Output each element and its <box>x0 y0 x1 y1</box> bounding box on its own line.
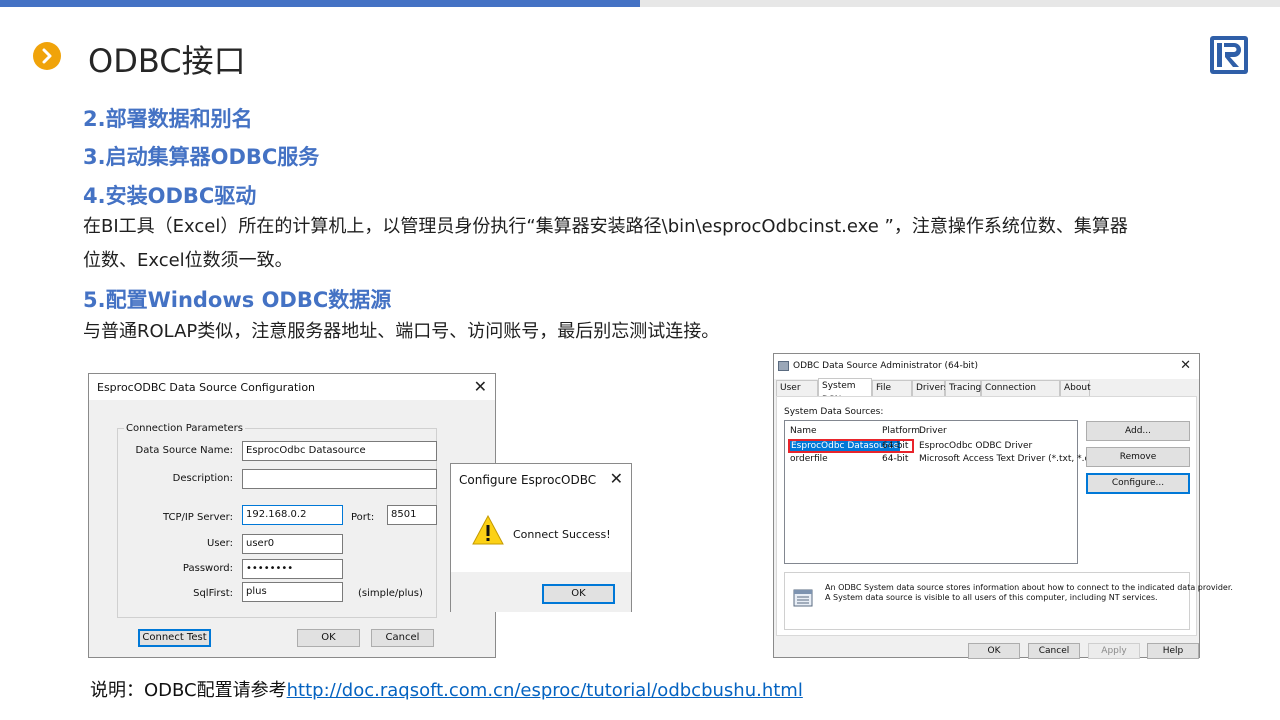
admin-help-button[interactable]: Help <box>1147 643 1199 659</box>
group-label: Connection Parameters <box>124 423 245 434</box>
success-dialog-titlebar: Configure EsprocODBC ✕ <box>451 464 631 494</box>
sqlfirst-hint: (simple/plus) <box>358 588 423 599</box>
chevron-right-icon <box>33 42 61 70</box>
warning-icon <box>472 514 504 548</box>
info-text-line1: An ODBC System data source stores inform… <box>825 583 1233 592</box>
top-accent-bar <box>0 0 640 7</box>
tab-about[interactable]: About <box>1060 380 1091 396</box>
column-platform: Platform <box>882 426 920 436</box>
remove-button[interactable]: Remove <box>1086 447 1190 467</box>
page-title: ODBC接口 <box>88 42 246 80</box>
odbc-doc-link[interactable]: http://doc.raqsoft.com.cn/esproc/tutoria… <box>287 680 803 701</box>
port-field[interactable]: 8501 <box>387 505 437 525</box>
configure-button[interactable]: Configure... <box>1086 473 1190 494</box>
info-box: An ODBC System data source stores inform… <box>784 572 1233 630</box>
install-driver-text-line2: 位数、Excel位数须一致。 <box>83 250 293 271</box>
section-heading-2: 2.部署数据和别名 <box>83 107 253 131</box>
description-label: Description: <box>172 473 233 484</box>
footnote: 说明：ODBC配置请参考http://doc.raqsoft.com.cn/es… <box>90 676 803 702</box>
admin-apply-button[interactable]: Apply <box>1088 643 1140 659</box>
user-field[interactable]: user0 <box>242 534 343 554</box>
sqlfirst-field[interactable]: plus <box>242 582 343 602</box>
close-icon[interactable]: ✕ <box>610 469 623 488</box>
password-field[interactable]: •••••••• <box>242 559 343 579</box>
password-label: Password: <box>182 563 233 574</box>
configure-dsn-text: 与普通ROLAP类似，注意服务器地址、端口号、访问账号，最后别忘测试连接。 <box>83 321 720 342</box>
odbc-app-icon <box>778 361 789 371</box>
success-dialog: Configure EsprocODBC ✕ Connect Success! … <box>450 463 632 612</box>
top-gray-bar <box>640 0 1280 7</box>
dsn-field[interactable]: EsprocOdbc Datasource <box>242 441 437 461</box>
database-icon <box>792 587 814 612</box>
tab-drivers[interactable]: Drivers <box>912 380 948 396</box>
admin-cancel-button[interactable]: Cancel <box>1028 643 1080 659</box>
section-heading-3: 3.启动集算器ODBC服务 <box>83 145 320 169</box>
success-message: Connect Success! <box>513 528 611 541</box>
connect-test-button[interactable]: Connect Test <box>138 629 211 647</box>
config-dialog: EsprocODBC Data Source Configuration ✕ C… <box>88 373 496 658</box>
system-data-sources-label: System Data Sources: <box>784 407 884 417</box>
table-cell-driver: Microsoft Access Text Driver (*.txt, *.c… <box>919 454 1103 464</box>
tab-tracing[interactable]: Tracing <box>945 380 981 396</box>
dsn-list[interactable]: Name Platform Driver EsprocOdbc Datasour… <box>784 420 1103 564</box>
success-dialog-title: Configure EsprocODBC <box>459 473 597 487</box>
info-text-line2: A System data source is visible to all u… <box>825 593 1158 602</box>
install-driver-text-line1: 在BI工具（Excel）所在的计算机上，以管理员身份执行“集算器安装路径\bin… <box>83 216 1128 237</box>
config-ok-button[interactable]: OK <box>297 629 360 647</box>
success-ok-button[interactable]: OK <box>542 584 615 604</box>
port-label: Port: <box>351 512 375 523</box>
table-cell-platform: 64-bit <box>882 454 909 464</box>
tab-connection-pooling[interactable]: Connection Pooling <box>981 380 1060 407</box>
odbc-admin-dialog: ODBC Data Source Administrator (64-bit) … <box>773 353 1233 659</box>
tab-user-dsn[interactable]: User DSN <box>776 380 818 407</box>
config-cancel-button[interactable]: Cancel <box>371 629 434 647</box>
raqsoft-logo-icon <box>1209 35 1249 75</box>
table-cell-platform: 64-bit <box>882 441 909 451</box>
table-row[interactable]: orderfile <box>790 454 828 464</box>
add-button[interactable]: Add... <box>1086 421 1190 441</box>
server-label: TCP/IP Server: <box>162 512 233 523</box>
section-heading-4: 4.安装ODBC驱动 <box>83 184 257 208</box>
column-name: Name <box>790 426 817 436</box>
config-dialog-titlebar: EsprocODBC Data Source Configuration ✕ <box>89 374 495 400</box>
description-field[interactable] <box>242 469 437 489</box>
admin-ok-button[interactable]: OK <box>968 643 1020 659</box>
tab-file-dsn[interactable]: File DSN <box>872 380 912 407</box>
section-heading-5: 5.配置Windows ODBC数据源 <box>83 288 392 312</box>
dsn-label: Data Source Name: <box>135 445 233 456</box>
column-driver: Driver <box>919 426 947 436</box>
config-dialog-title: EsprocODBC Data Source Configuration <box>97 381 316 394</box>
admin-dialog-title: ODBC Data Source Administrator (64-bit) <box>793 361 978 371</box>
sqlfirst-label: SqlFirst: <box>193 588 233 599</box>
tab-system-dsn[interactable]: System DSN <box>818 378 872 405</box>
admin-dialog-titlebar: ODBC Data Source Administrator (64-bit) … <box>774 354 1199 379</box>
table-cell-driver: EsprocOdbc ODBC Driver <box>919 441 1033 451</box>
close-icon[interactable]: ✕ <box>474 377 487 396</box>
close-icon[interactable]: ✕ <box>1180 358 1191 373</box>
user-label: User: <box>207 538 233 549</box>
server-field[interactable]: 192.168.0.2 <box>242 505 343 525</box>
footnote-prefix: 说明：ODBC配置请参考 <box>90 680 287 701</box>
